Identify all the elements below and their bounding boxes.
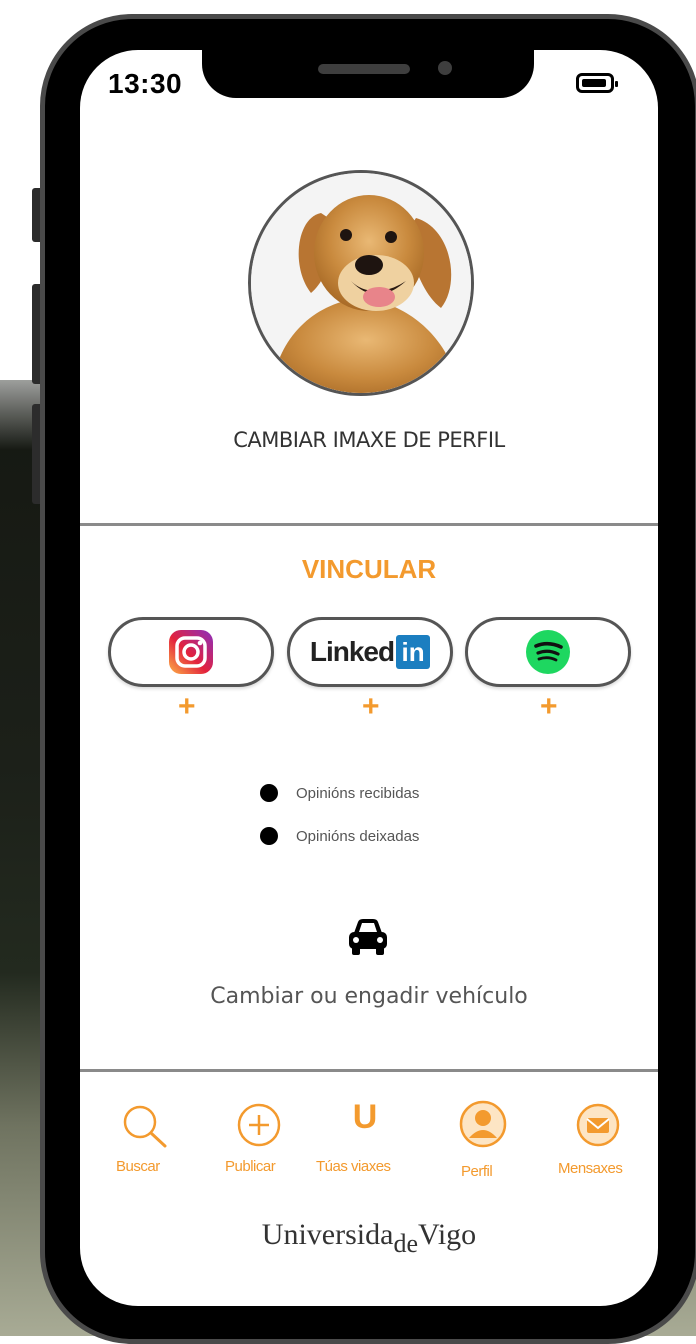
linkedin-logo-text: Linked xyxy=(309,636,395,667)
section-divider xyxy=(80,523,658,526)
user-icon[interactable] xyxy=(459,1100,507,1148)
linkedin-badge-icon: in xyxy=(396,635,431,669)
car-icon[interactable] xyxy=(346,917,390,957)
opinions-received-label: Opinións recibidas xyxy=(296,784,420,802)
opinions-left-label: Opinións deixadas xyxy=(296,827,420,845)
speaker-grille xyxy=(318,64,410,74)
university-logo: UniversidadeVigo xyxy=(80,1218,658,1258)
dog-photo-icon xyxy=(251,173,471,393)
nav-messages-label[interactable]: Mensaxes xyxy=(558,1160,623,1177)
link-spotify-button[interactable] xyxy=(465,617,631,687)
bullet-icon xyxy=(260,827,278,845)
nav-trips-label[interactable]: Túas viaxes xyxy=(316,1158,391,1175)
front-camera xyxy=(438,61,452,75)
nav-profile-label[interactable]: Perfil xyxy=(461,1163,493,1180)
nav-search-label[interactable]: Buscar xyxy=(116,1158,160,1175)
change-vehicle-link[interactable]: Cambiar ou engadir vehículo xyxy=(80,984,658,1009)
add-spotify-icon[interactable]: + xyxy=(540,690,558,724)
profile-avatar[interactable] xyxy=(248,170,474,396)
opinions-received-link[interactable]: Opinións recibidas xyxy=(260,784,419,802)
link-linkedin-button[interactable]: Linked in xyxy=(287,617,453,687)
opinions-left-link[interactable]: Opinións deixadas xyxy=(260,827,419,845)
link-accounts-title: VINCULAR xyxy=(301,554,437,584)
status-time: 13:30 xyxy=(108,68,183,99)
brand-part-3: Vigo xyxy=(417,1218,477,1251)
spotify-icon xyxy=(526,630,570,674)
add-instagram-icon[interactable]: + xyxy=(178,690,196,724)
mail-icon[interactable] xyxy=(575,1102,621,1148)
nav-divider xyxy=(80,1069,658,1072)
change-profile-photo-link[interactable]: CAMBIAR IMAXE DE PERFIL xyxy=(80,428,658,452)
nav-publish-label[interactable]: Publicar xyxy=(225,1158,276,1175)
battery-icon xyxy=(576,73,618,93)
link-instagram-button[interactable] xyxy=(108,617,274,687)
plus-circle-icon[interactable] xyxy=(236,1102,282,1148)
u-icon[interactable]: U xyxy=(340,1098,390,1137)
brand-part-2: de xyxy=(393,1229,418,1258)
search-icon[interactable] xyxy=(120,1102,170,1150)
bullet-icon xyxy=(260,784,278,802)
instagram-icon xyxy=(169,630,213,674)
brand-part-1: Universida xyxy=(261,1218,394,1251)
add-linkedin-icon[interactable]: + xyxy=(362,690,380,724)
